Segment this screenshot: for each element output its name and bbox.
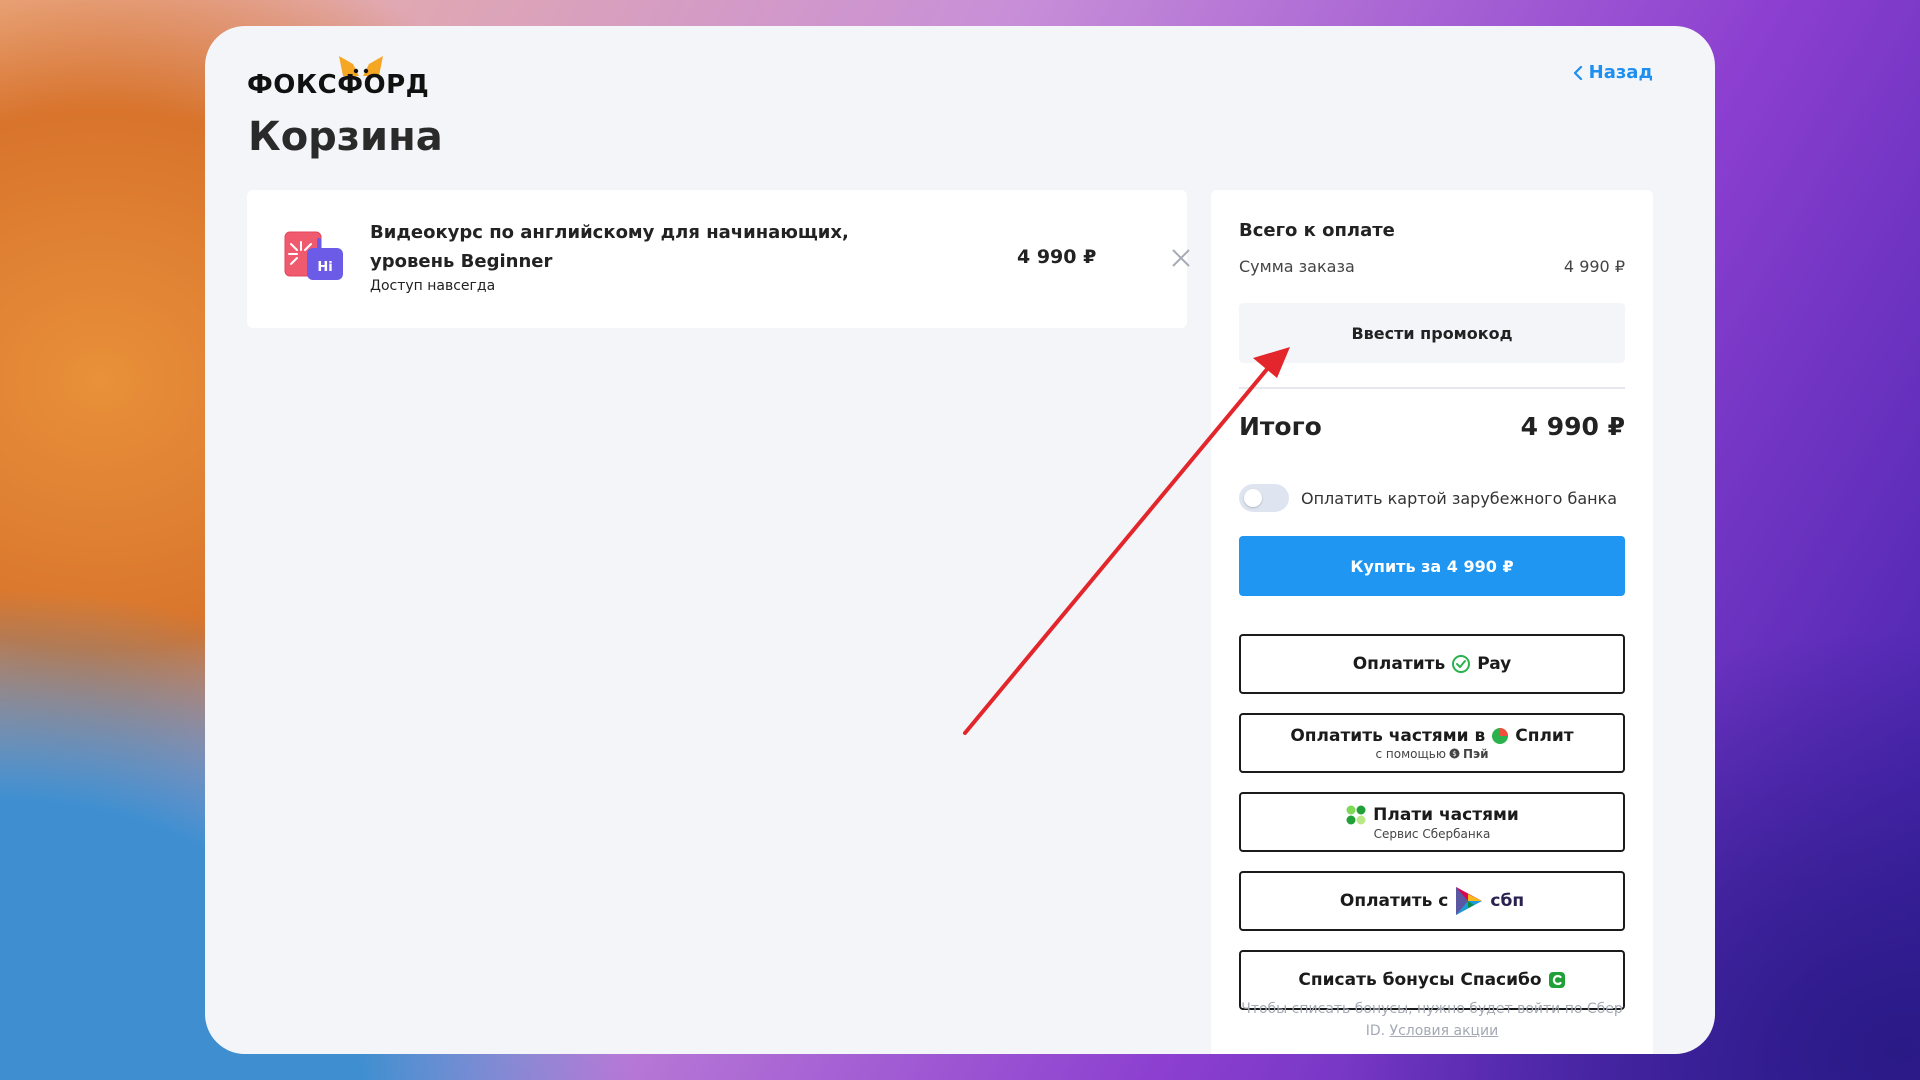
spasibo-bonus-label: Списать бонусы Спасибо [1298, 970, 1542, 990]
cart-item: Hi Видеокурс по английскому для начинающ… [247, 190, 1190, 328]
summary-heading: Всего к оплате [1239, 220, 1395, 241]
yandex-pay-check-icon [1452, 655, 1471, 673]
total-value: 4 990 ₽ [1520, 412, 1625, 441]
spasibo-icon [1548, 972, 1565, 988]
yandex-pay-brand: Pay [1477, 654, 1512, 674]
buy-button[interactable]: Купить за 4 990 ₽ [1239, 536, 1625, 596]
sber-installments-label: Плати частями [1373, 804, 1519, 825]
logo-text: ФОКСФОРД [247, 70, 430, 100]
sber-installments-sub: Сервис Сбербанка [1373, 826, 1491, 841]
promo-terms-link[interactable]: Условия акции [1390, 1023, 1499, 1039]
split-sub-prefix: с помощью [1375, 746, 1446, 761]
english-course-icon: Hi [283, 228, 345, 288]
order-summary: Всего к оплате Сумма заказа 4 990 ₽ Ввес… [1211, 190, 1653, 1054]
chevron-left-icon [1573, 65, 1582, 80]
checkout-window: ФОКСФОРД Назад Корзина Hi Видеокурс по а… [205, 26, 1715, 1054]
foreign-card-toggle[interactable] [1239, 484, 1289, 512]
sber-installments-button[interactable]: Плати частями Сервис Сбербанка [1239, 792, 1625, 852]
toggle-knob [1244, 489, 1262, 507]
summary-divider [1239, 387, 1625, 389]
spasibo-footnote: Чтобы списать бонусы, нужно будет войти … [1239, 998, 1625, 1042]
back-label: Назад [1588, 62, 1653, 83]
foxford-logo[interactable]: ФОКСФОРД [247, 54, 429, 106]
sbp-pay-button[interactable]: Оплатить с сбп [1239, 871, 1625, 931]
split-pay-label: Оплатить частями в [1290, 725, 1486, 746]
split-brand: Сплит [1515, 725, 1574, 746]
svg-text:$: $ [1452, 750, 1456, 758]
split-icon [1492, 727, 1509, 744]
cart-item-subtitle: Доступ навсегда [370, 278, 496, 294]
order-sum-row: Сумма заказа 4 990 ₽ [1239, 257, 1625, 276]
split-sub-brand: Пэй [1462, 746, 1489, 761]
yandex-pay-button[interactable]: Оплатить Pay [1239, 634, 1625, 694]
total-row: Итого 4 990 ₽ [1239, 412, 1625, 441]
foreign-card-toggle-label: Оплатить картой зарубежного банка [1301, 488, 1618, 508]
cart-item-price: 4 990 ₽ [1017, 246, 1097, 268]
yandex-pay-label: Оплатить [1352, 654, 1446, 674]
page-title: Корзина [248, 114, 443, 160]
sbp-brand: сбп [1490, 891, 1525, 911]
sber-dots-icon [1346, 805, 1366, 824]
pay-circle-icon: $ [1449, 748, 1460, 759]
cart-item-title[interactable]: Видеокурс по английскому для начинающих,… [370, 218, 930, 276]
back-link[interactable]: Назад [1573, 62, 1653, 83]
order-sum-value: 4 990 ₽ [1563, 257, 1625, 276]
total-label: Итого [1239, 412, 1322, 441]
remove-item-close-icon[interactable] [1169, 246, 1193, 270]
foreign-card-toggle-row: Оплатить картой зарубежного банка [1239, 484, 1617, 512]
sbp-pay-label: Оплатить с [1339, 891, 1449, 911]
order-sum-label: Сумма заказа [1239, 257, 1355, 276]
promo-code-button[interactable]: Ввести промокод [1239, 303, 1625, 363]
split-pay-button[interactable]: Оплатить частями в Сплит с помощью $ Пэй [1239, 713, 1625, 773]
course-badge-text: Hi [317, 260, 332, 275]
sbp-logo-icon [1456, 887, 1483, 915]
